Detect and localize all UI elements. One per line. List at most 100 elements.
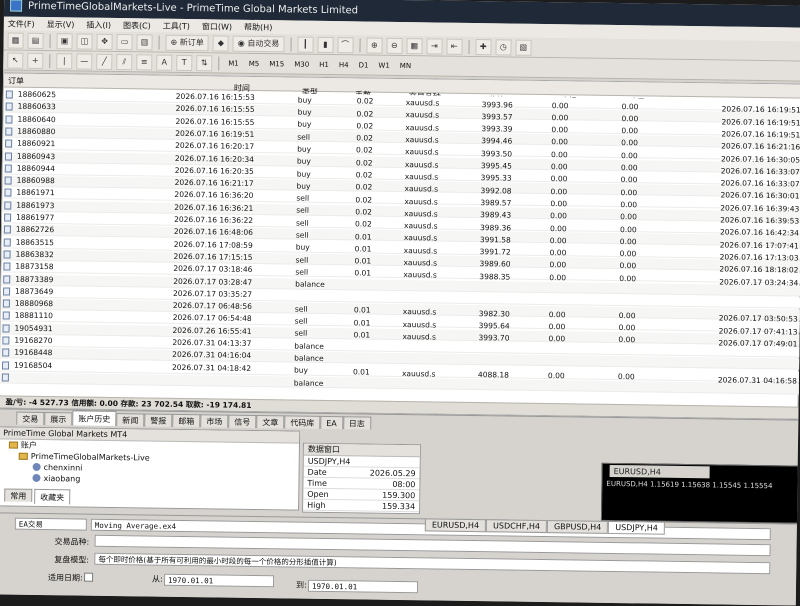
periods-icon[interactable]: ◷ [495, 38, 512, 56]
order-icon [3, 225, 11, 234]
terminal-tab[interactable]: 交易 [16, 411, 45, 426]
menu-tools[interactable]: 工具(T) [163, 20, 190, 31]
cell-symbol: xauusd.s [403, 221, 438, 231]
tester-icon[interactable]: ▥ [136, 33, 153, 51]
cell-type: balance [294, 353, 324, 364]
auto-trade-button[interactable]: ◉ 自动交易 [232, 35, 285, 52]
arrows-icon[interactable]: ⇅ [196, 54, 213, 71]
crosshair-icon[interactable]: + [27, 52, 44, 69]
menu-window[interactable]: 窗口(W) [202, 21, 232, 32]
terminal-tab[interactable]: 文章 [256, 415, 285, 429]
cell-id: 19168448 [14, 347, 53, 358]
terminal-tab[interactable]: 日志 [342, 416, 371, 430]
metaeditor-icon[interactable]: ◆ [212, 34, 229, 52]
terminal-tab[interactable]: 市场 [200, 414, 229, 428]
terminal-tab[interactable]: EA [320, 415, 343, 430]
cell-type: balance [293, 378, 324, 388]
order-icon [4, 151, 13, 161]
menu-file[interactable]: 文件(F) [8, 18, 35, 29]
profiles-icon[interactable]: ▤ [27, 32, 44, 49]
terminal-icon[interactable]: ▭ [116, 33, 133, 50]
channel-icon[interactable]: ⫽ [116, 53, 133, 70]
cell-id: 18863832 [15, 249, 54, 260]
chart-tab[interactable]: GBPUSD,H4 [546, 520, 609, 534]
candle-chart-icon[interactable]: ▮ [317, 36, 334, 53]
cell-type: sell [296, 206, 310, 216]
tab-favorites[interactable]: 收藏夹 [34, 488, 71, 505]
terminal-tab[interactable]: 展示 [44, 412, 73, 426]
timeframe-h4[interactable]: H4 [336, 58, 352, 72]
cell-lots: 0.01 [353, 317, 371, 328]
bar-chart-icon[interactable]: ┃ [297, 36, 314, 53]
terminal-tab[interactable]: 代码库 [284, 415, 321, 429]
order-icon [1, 361, 10, 370]
tester-model-select[interactable]: 每个即时价格(基于所有可利用的最小时段的每一个价格的分形插值计算) [94, 552, 771, 575]
zoom-in-icon[interactable]: ⊕ [366, 37, 383, 54]
tester-date-checkbox[interactable] [84, 572, 94, 582]
cell-id: 18861973 [16, 200, 55, 210]
chart-shift-icon[interactable]: ⇤ [446, 38, 463, 55]
timeframe-m5[interactable]: M5 [246, 56, 263, 70]
cell-type: buy [297, 107, 312, 117]
line-chart-icon[interactable]: ⌒ [337, 36, 354, 53]
cell-lots: 0.02 [356, 108, 374, 119]
tester-symbol-label: 交易品种: [54, 537, 90, 547]
market-watch-icon[interactable]: ▣ [56, 32, 73, 49]
timeframe-w1[interactable]: W1 [375, 58, 393, 72]
cell-time: 2026.07.16 16:19:51 [175, 128, 255, 139]
indicators-icon[interactable]: ✚ [475, 38, 492, 55]
navigator-icon[interactable]: ✥ [96, 33, 113, 50]
label-tool[interactable]: T [176, 54, 193, 71]
timeframe-m15[interactable]: M15 [266, 57, 287, 71]
trendline-icon[interactable]: ╱ [96, 53, 113, 70]
tester-from-date[interactable]: 1970.01.01 [163, 573, 275, 588]
cell-lots: 0.02 [355, 207, 372, 217]
cell-type: buy [296, 156, 311, 167]
cell-lots: 0.01 [353, 305, 371, 315]
new-chart-icon[interactable]: ▦ [7, 31, 24, 49]
terminal-tab[interactable]: 警报 [144, 413, 173, 427]
tester-to-date[interactable]: 1970.01.01 [307, 579, 419, 594]
chart-tab[interactable]: USDCHF,H4 [485, 519, 548, 534]
terminal-tab[interactable]: 账户历史 [72, 410, 117, 427]
tile-windows-icon[interactable]: ▦ [406, 37, 423, 54]
cell-id: 18860640 [17, 114, 56, 124]
col-order[interactable]: 订单 [8, 76, 24, 87]
terminal-tab[interactable]: 邮箱 [172, 413, 201, 428]
navigator-panel: PrimeTime Global Markets MT4 账户 PrimeTim… [0, 426, 301, 511]
fibonacci-icon[interactable]: ≡ [136, 53, 153, 71]
timeframe-d1[interactable]: D1 [356, 58, 372, 72]
menu-help[interactable]: 帮助(H) [244, 21, 272, 32]
tester-mode-select[interactable]: EA交易 [14, 517, 87, 531]
cell-symbol: xauusd.s [402, 319, 437, 330]
cell-type: balance [294, 341, 324, 351]
timeframe-m1[interactable]: M1 [225, 56, 242, 70]
zoom-out-icon[interactable]: ⊖ [386, 37, 403, 54]
vertical-line-icon[interactable]: | [56, 52, 73, 69]
menu-insert[interactable]: 插入(I) [86, 19, 111, 30]
cursor-icon[interactable]: ↖ [7, 51, 24, 69]
tab-common[interactable]: 常用 [4, 488, 33, 502]
autoscroll-icon[interactable]: ⇥ [426, 37, 443, 55]
order-icon [4, 213, 12, 222]
cell-symbol: xauusd.s [405, 135, 439, 145]
templates-icon[interactable]: ▧ [515, 39, 532, 56]
chart-tab[interactable]: USDJPY,H4 [608, 520, 666, 535]
order-icon [3, 287, 11, 296]
data-value: 159.300 [382, 490, 416, 500]
horizontal-line-icon[interactable]: — [76, 52, 93, 70]
cell-time: 2026.07.16 16:36:22 [174, 214, 254, 225]
cell-symbol: xauusd.s [403, 258, 438, 268]
new-order-button[interactable]: ⊕ 新订单 [165, 34, 209, 51]
timeframe-mn[interactable]: MN [397, 58, 414, 72]
chart-tab[interactable]: EURUSD,H4 [424, 518, 487, 533]
timeframe-m30[interactable]: M30 [291, 57, 312, 71]
menu-charts[interactable]: 图表(C) [123, 20, 151, 31]
data-window-icon[interactable]: ◫ [76, 32, 93, 50]
timeframe-h1[interactable]: H1 [316, 57, 332, 71]
text-tool[interactable]: A [156, 54, 173, 71]
tester-to-label: 到: [295, 580, 307, 590]
terminal-tab[interactable]: 新闻 [116, 413, 145, 427]
menu-view[interactable]: 显示(V) [47, 19, 75, 30]
terminal-tab[interactable]: 信号 [228, 414, 257, 429]
